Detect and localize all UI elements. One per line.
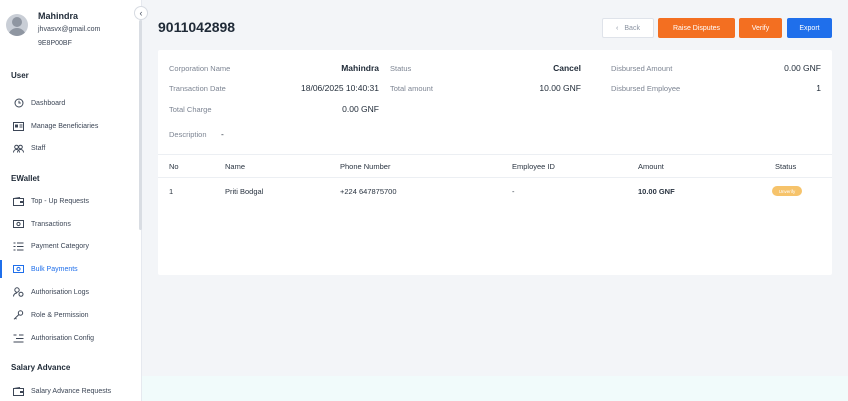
status-label: Status [390, 64, 412, 73]
sidebar-item-top-up-requests[interactable]: Top - Up Requests [0, 192, 141, 210]
section-title-user: User [11, 71, 29, 80]
footer-area [142, 376, 848, 401]
description-label: Description [169, 130, 207, 139]
description-value: - [221, 129, 224, 139]
list-icon [13, 241, 24, 252]
profile-code: 9E8P00BF [38, 40, 72, 47]
user-cog-icon [13, 287, 24, 298]
sidebar-item-label: Role & Permission [31, 311, 89, 319]
wallet-icon [13, 386, 24, 397]
sidebar: Mahindra jhvasvx@gmail.com 9E8P00BF User… [0, 0, 142, 401]
sidebar-item-label: Salary Advance Requests [31, 387, 112, 395]
sidebar-item-label: Authorisation Config [31, 334, 95, 342]
money-icon [13, 264, 24, 275]
corporation-name-value: Mahindra [341, 63, 379, 73]
money-icon [13, 219, 24, 230]
total-amount-value: 10.00 GNF [539, 83, 581, 93]
profile-name: Mahindra [38, 11, 79, 21]
column-header-no[interactable]: No [169, 162, 179, 171]
raise-disputes-button[interactable]: Raise Disputes [658, 18, 735, 38]
sidebar-item-label: Dashboard [31, 99, 66, 107]
avatar [6, 14, 28, 36]
column-header-employee-id[interactable]: Employee ID [512, 162, 555, 171]
cell-phone: +224 647875700 [340, 187, 397, 196]
chevron-left-icon: ‹ [616, 24, 619, 32]
sidebar-item-label: Staff [31, 144, 46, 152]
total-amount-label: Total amount [390, 84, 433, 93]
total-charge-value: 0.00 GNF [342, 104, 379, 114]
sidebar-item-transactions[interactable]: Transactions [0, 215, 141, 233]
sidebar-item-role-permission[interactable]: Role & Permission [0, 306, 141, 324]
sidebar-item-authorisation-config[interactable]: Authorisation Config [0, 329, 141, 347]
status-badge: Unverify [772, 186, 802, 196]
sidebar-item-label: Top - Up Requests [31, 197, 89, 205]
disbursed-employee-label: Disbursed Employee [611, 84, 681, 93]
section-title-salary-advance: Salary Advance [11, 363, 71, 372]
cell-name: Priti Bodgal [225, 187, 264, 196]
table-header: No Name Phone Number Employee ID Amount … [158, 154, 832, 178]
settings-list-icon [13, 333, 24, 344]
sidebar-item-authorisation-logs[interactable]: Authorisation Logs [0, 283, 141, 301]
sidebar-item-manage-beneficiaries[interactable]: Manage Beneficiaries [0, 117, 141, 135]
page-title: 9011042898 [158, 19, 236, 35]
sidebar-scrollbar[interactable] [139, 20, 142, 230]
sidebar-item-bulk-payments[interactable]: Bulk Payments [0, 260, 141, 278]
id-card-icon [13, 121, 24, 132]
column-header-amount[interactable]: Amount [638, 162, 664, 171]
disbursed-amount-label: Disbursed Amount [611, 64, 673, 73]
transaction-date-value: 18/06/2025 10:40:31 [301, 83, 379, 93]
key-icon [13, 310, 24, 321]
back-button[interactable]: ‹ Back [602, 18, 654, 38]
wallet-icon [13, 196, 24, 207]
back-button-label: Back [624, 24, 640, 32]
column-header-phone[interactable]: Phone Number [340, 162, 390, 171]
sidebar-item-label: Transactions [31, 220, 71, 228]
users-icon [13, 143, 24, 154]
status-value: Cancel [553, 63, 581, 73]
profile-block[interactable]: Mahindra jhvasvx@gmail.com 9E8P00BF [0, 0, 142, 60]
collapse-sidebar-button[interactable]: ‹ [134, 6, 148, 20]
column-header-status[interactable]: Status [775, 162, 796, 171]
cell-amount: 10.00 GNF [638, 187, 675, 196]
disbursed-employee-value: 1 [816, 83, 821, 93]
sidebar-item-label: Payment Category [31, 242, 89, 250]
transaction-date-label: Transaction Date [169, 84, 226, 93]
sidebar-item-staff[interactable]: Staff [0, 139, 141, 157]
sidebar-item-salary-advance-requests[interactable]: Salary Advance Requests [0, 382, 141, 400]
profile-email: jhvasvx@gmail.com [38, 26, 101, 33]
sidebar-item-dashboard[interactable]: Dashboard [0, 94, 141, 112]
disbursed-amount-value: 0.00 GNF [784, 63, 821, 73]
sidebar-item-payment-category[interactable]: Payment Category [0, 237, 141, 255]
cell-no: 1 [169, 187, 174, 196]
clock-icon [13, 98, 24, 109]
export-button[interactable]: Export [787, 18, 832, 38]
column-header-name[interactable]: Name [225, 162, 245, 171]
cell-employee-id: - [512, 187, 515, 196]
section-title-ewallet: EWallet [11, 174, 40, 183]
total-charge-label: Total Charge [169, 105, 212, 114]
chevron-left-icon: ‹ [139, 8, 143, 18]
sidebar-item-label: Authorisation Logs [31, 288, 89, 296]
sidebar-item-label: Manage Beneficiaries [31, 122, 99, 130]
verify-button[interactable]: Verify [739, 18, 782, 38]
corporation-name-label: Corporation Name [169, 64, 231, 73]
sidebar-item-label: Bulk Payments [31, 265, 78, 273]
